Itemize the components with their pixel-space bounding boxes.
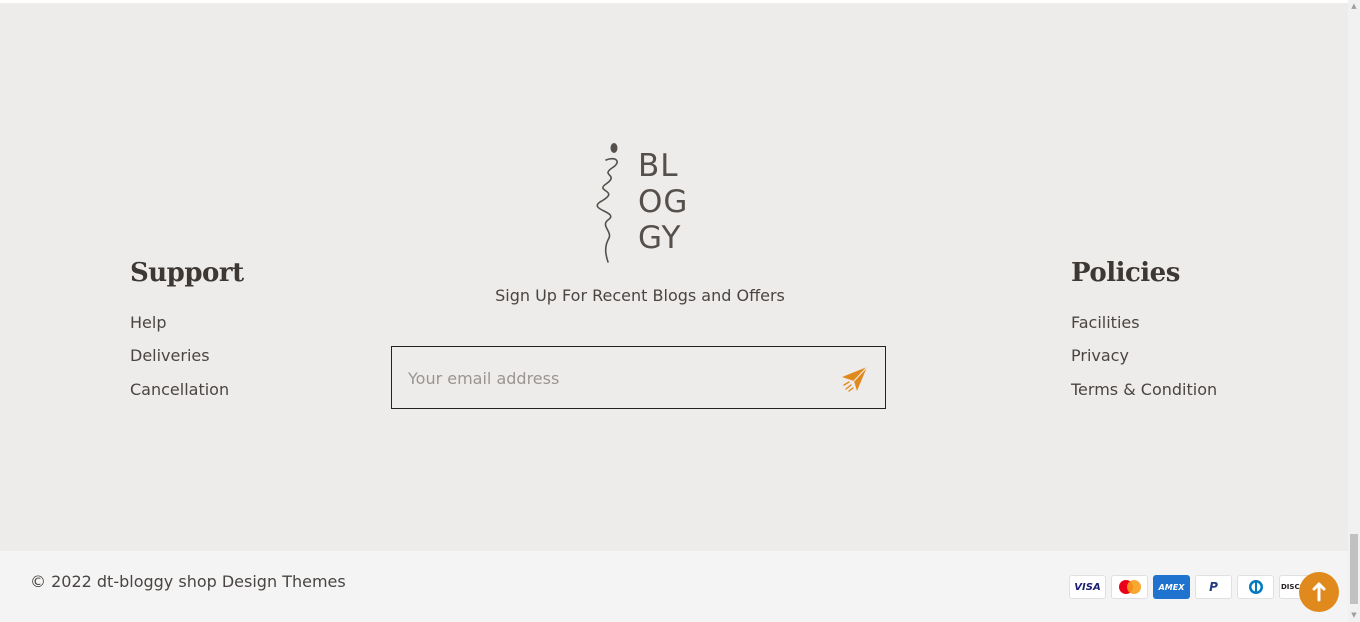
amex-icon: AMEX [1153, 575, 1190, 599]
support-title: Support [130, 258, 244, 288]
policies-link-facilities[interactable]: Facilities [1071, 313, 1140, 332]
scrollbar-thumb[interactable] [1350, 534, 1358, 604]
email-input[interactable] [406, 365, 810, 391]
back-to-top-button[interactable] [1299, 572, 1339, 612]
paper-plane-icon [842, 366, 868, 392]
support-link-cancellation[interactable]: Cancellation [130, 380, 229, 399]
logo-text-line-1: BL [638, 148, 679, 184]
mastercard-icon [1111, 575, 1148, 599]
arrow-up-icon [1312, 582, 1326, 602]
scroll-down-arrow-icon[interactable]: ▼ [1350, 611, 1358, 619]
diners-icon [1237, 575, 1274, 599]
newsletter-heading: Sign Up For Recent Blogs and Offers [495, 286, 785, 305]
logo-text-line-2: OG [638, 184, 689, 220]
policies-link-privacy[interactable]: Privacy [1071, 346, 1129, 365]
bottom-bar: © 2022 dt-bloggy shop Design Themes VISA… [0, 551, 1348, 622]
visa-icon: VISA [1069, 575, 1106, 599]
support-link-help[interactable]: Help [130, 313, 166, 332]
scroll-up-arrow-icon[interactable]: ▲ [1350, 2, 1358, 10]
policies-link-terms[interactable]: Terms & Condition [1071, 380, 1217, 399]
send-button[interactable] [840, 365, 870, 393]
policies-title: Policies [1071, 258, 1180, 288]
logo-text-line-3: GY [638, 220, 682, 256]
paypal-icon: P [1195, 575, 1232, 599]
copyright-text: © 2022 dt-bloggy shop Design Themes [30, 572, 346, 591]
support-link-deliveries[interactable]: Deliveries [130, 346, 210, 365]
newsletter-form [391, 346, 886, 409]
page-scrollbar[interactable]: ▲ ▼ [1348, 0, 1360, 622]
